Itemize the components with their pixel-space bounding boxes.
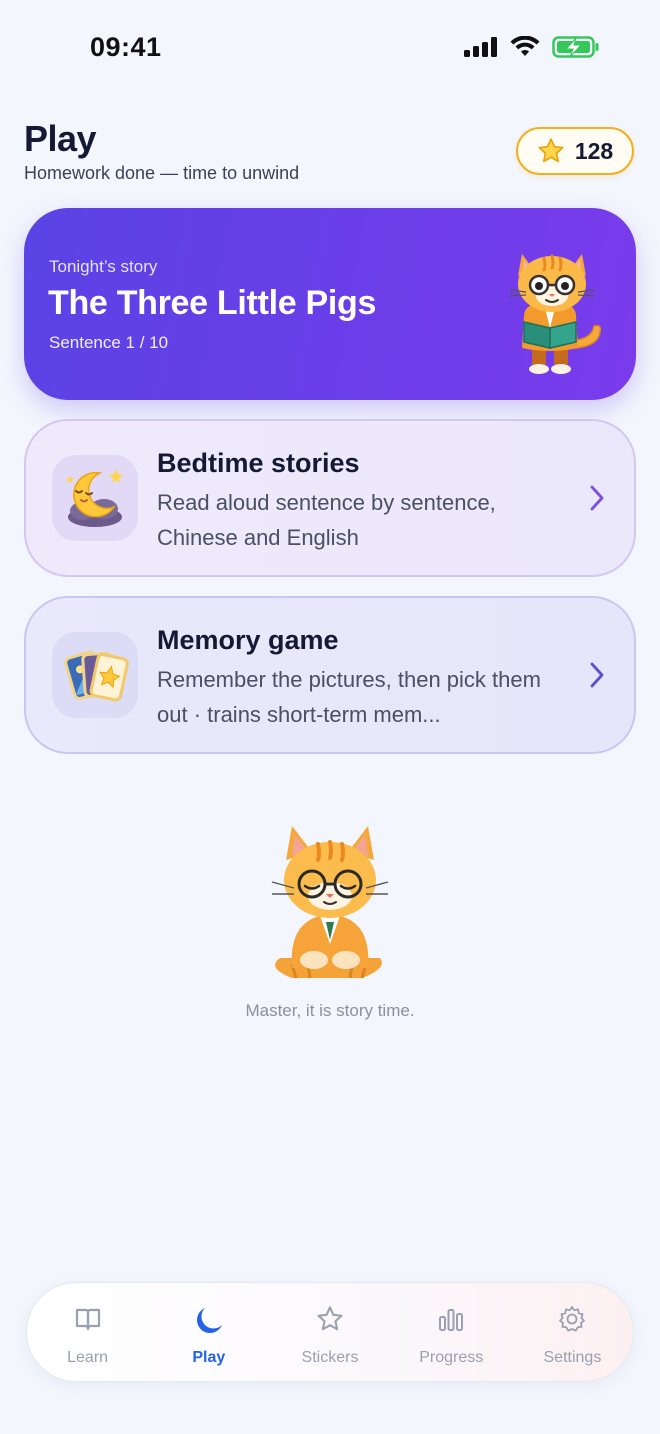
story-progress: Sentence 1 / 10: [49, 333, 169, 352]
card-icon-tile: [52, 455, 138, 541]
cat-reading-book-icon: [509, 254, 602, 374]
card-icon-tile: [52, 632, 138, 718]
moon-icon: [196, 1308, 222, 1333]
bottom-tab-bar: Learn Play Stickers Progress Settings: [26, 1282, 634, 1382]
tab-settings[interactable]: Settings: [512, 1283, 633, 1381]
page-title: Play: [24, 118, 97, 159]
tonight-story-card[interactable]: Tonight’s story The Three Little Pigs Se…: [24, 208, 636, 400]
bar-chart-icon: [439, 1309, 464, 1331]
memory-game-card[interactable]: Memory game Remember the pictures, then …: [24, 596, 636, 754]
tab-learn[interactable]: Learn: [27, 1283, 148, 1381]
tab-label: Stickers: [301, 1349, 359, 1366]
page-subtitle: Homework done — time to unwind: [24, 163, 300, 183]
tab-label: Progress: [419, 1349, 484, 1366]
status-icons: [464, 36, 600, 58]
card-description: Read aloud sentence by sentence, Chinese…: [157, 490, 496, 550]
book-icon: [75, 1308, 100, 1331]
tab-label: Play: [192, 1349, 226, 1366]
star-icon: [538, 138, 564, 163]
gear-icon: [559, 1306, 586, 1332]
card-title: Memory game: [157, 625, 339, 655]
tab-stickers[interactable]: Stickers: [269, 1283, 390, 1381]
star-icon: [317, 1306, 343, 1331]
star-balance-badge[interactable]: 128: [516, 127, 634, 175]
tab-label: Settings: [543, 1349, 602, 1366]
moon-cloud-icon: [66, 469, 123, 527]
picture-cards-icon: [64, 650, 129, 702]
bedtime-stories-card[interactable]: Bedtime stories Read aloud sentence by s…: [24, 419, 636, 577]
chevron-right-icon: [590, 662, 604, 688]
story-title: The Three Little Pigs: [48, 284, 377, 322]
status-bar: 09:41: [0, 0, 660, 96]
tab-progress[interactable]: Progress: [391, 1283, 512, 1381]
card-title: Bedtime stories: [157, 448, 360, 478]
star-count: 128: [574, 137, 614, 164]
tab-play[interactable]: Play: [148, 1283, 269, 1381]
hero-eyebrow: Tonight’s story: [49, 257, 158, 276]
status-time: 09:41: [90, 32, 162, 62]
battery-charging-icon: [552, 36, 599, 58]
chevron-right-icon: [590, 485, 604, 511]
card-description: Remember the pictures, then pick them ou…: [157, 667, 541, 727]
mascot-caption: Master, it is story time.: [245, 1001, 415, 1020]
tab-label: Learn: [67, 1349, 109, 1366]
cat-mascot-icon: [271, 826, 389, 979]
wifi-icon: [510, 36, 540, 56]
cellular-signal-icon: [464, 37, 497, 57]
